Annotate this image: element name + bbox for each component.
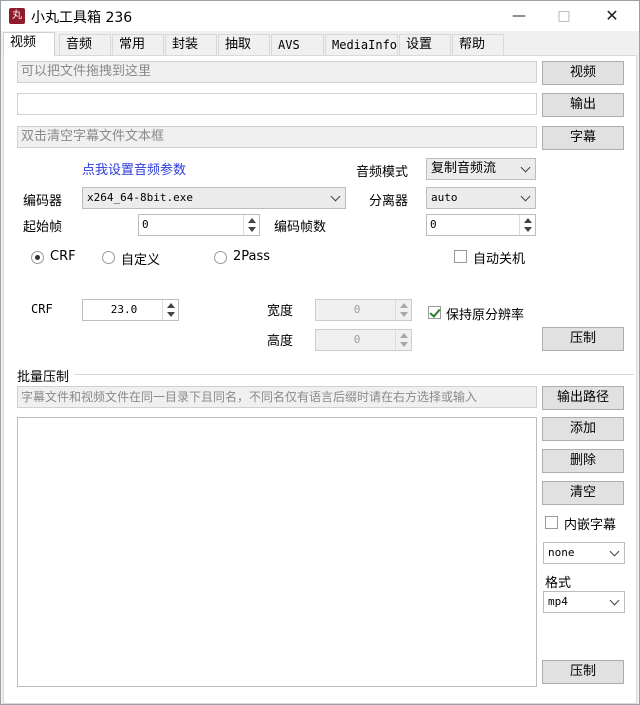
mode-custom-radio[interactable] xyxy=(102,251,115,264)
keep-resolution-label: 保持原分辨率 xyxy=(446,308,525,323)
audio-mode-select[interactable]: 复制音频流 xyxy=(426,158,536,180)
close-button[interactable]: ✕ xyxy=(589,1,635,31)
subtitle-file-input[interactable]: 双击清空字幕文件文本框 xyxy=(17,126,537,148)
app-logo-icon: 丸 xyxy=(9,8,25,24)
tab-extract[interactable]: 抽取 xyxy=(218,34,270,55)
auto-shutdown-label: 自动关机 xyxy=(473,252,526,267)
tab-audio[interactable]: 音频 xyxy=(59,34,111,55)
embed-subtitle-label: 内嵌字幕 xyxy=(564,518,617,533)
spin-down-icon[interactable] xyxy=(524,227,532,232)
width-value: 0 xyxy=(353,303,361,316)
batch-compress-button[interactable]: 压制 xyxy=(542,660,624,684)
subtitle-lang-select[interactable]: none xyxy=(543,542,625,564)
subtitle-button[interactable]: 字幕 xyxy=(542,126,624,150)
batch-group-title: 批量压制 xyxy=(17,370,70,385)
chevron-down-icon xyxy=(330,191,341,202)
tab-video[interactable]: 视频 xyxy=(3,32,55,56)
start-frame-label: 起始帧 xyxy=(23,220,63,235)
encode-frames-value: 0 xyxy=(430,218,437,231)
spin-down-icon[interactable] xyxy=(400,342,408,347)
maximize-button[interactable]: □ xyxy=(541,1,587,31)
chevron-down-icon xyxy=(520,191,531,202)
crf-label: CRF xyxy=(31,302,53,316)
tab-common[interactable]: 常用 xyxy=(112,34,164,55)
title-bar: 丸 小丸工具箱 236 — □ ✕ xyxy=(1,1,639,31)
group-divider xyxy=(74,374,634,375)
batch-hint-input[interactable]: 字幕文件和视频文件在同一目录下且同名，不同名仅有语言后缀时请在右方选择或输入 xyxy=(17,386,537,408)
app-window: 丸 小丸工具箱 236 — □ ✕ 视频 音频 常用 封装 抽取 AVS Med… xyxy=(0,0,640,705)
auto-shutdown-checkbox[interactable] xyxy=(454,250,467,263)
mode-2pass-label: 2Pass xyxy=(233,249,271,264)
tab-settings[interactable]: 设置 xyxy=(399,34,451,55)
height-label: 高度 xyxy=(267,334,294,349)
output-path-button[interactable]: 输出路径 xyxy=(542,386,624,410)
width-stepper[interactable]: 0 xyxy=(315,299,412,321)
mode-crf-label: CRF xyxy=(50,249,76,264)
window-title: 小丸工具箱 236 xyxy=(31,10,133,26)
spin-up-icon[interactable] xyxy=(248,218,256,223)
keep-resolution-checkbox[interactable] xyxy=(428,306,441,319)
audio-params-link[interactable]: 点我设置音频参数 xyxy=(82,159,186,178)
encode-frames-stepper[interactable]: 0 xyxy=(426,214,536,236)
encoder-value: x264_64-8bit.exe xyxy=(87,191,193,204)
chevron-down-icon xyxy=(520,162,531,173)
audio-mode-label: 音频模式 xyxy=(356,165,409,180)
splitter-label: 分离器 xyxy=(369,194,409,209)
tab-help[interactable]: 帮助 xyxy=(452,34,504,55)
start-frame-stepper[interactable]: 0 xyxy=(138,214,260,236)
tab-bar: 视频 音频 常用 封装 抽取 AVS MediaInfo 设置 帮助 xyxy=(3,32,637,56)
tab-avs[interactable]: AVS xyxy=(271,34,324,55)
splitter-value: auto xyxy=(431,191,458,204)
subtitle-lang-value: none xyxy=(548,546,575,559)
spin-up-icon[interactable] xyxy=(524,218,532,223)
minimize-button[interactable]: — xyxy=(496,1,542,31)
encode-frames-label: 编码帧数 xyxy=(274,220,327,235)
video-tab-panel: 可以把文件拖拽到这里 视频 输出 双击清空字幕文件文本框 字幕 点我设置音频参数… xyxy=(3,55,637,704)
crf-stepper[interactable]: 23.0 xyxy=(82,299,179,321)
format-value: mp4 xyxy=(548,595,568,608)
start-frame-value: 0 xyxy=(142,218,149,231)
spin-up-icon[interactable] xyxy=(400,303,408,308)
spin-down-icon[interactable] xyxy=(400,312,408,317)
output-file-input[interactable] xyxy=(17,93,537,115)
format-select[interactable]: mp4 xyxy=(543,591,625,613)
encoder-label: 编码器 xyxy=(23,194,63,209)
tab-mux[interactable]: 封装 xyxy=(165,34,217,55)
spin-down-icon[interactable] xyxy=(248,227,256,232)
mode-crf-radio[interactable] xyxy=(31,251,44,264)
embed-subtitle-checkbox[interactable] xyxy=(545,516,558,529)
clear-button[interactable]: 清空 xyxy=(542,481,624,505)
batch-file-list[interactable] xyxy=(17,417,537,687)
splitter-select[interactable]: auto xyxy=(426,187,536,209)
video-file-input[interactable]: 可以把文件拖拽到这里 xyxy=(17,61,537,83)
audio-mode-value: 复制音频流 xyxy=(431,161,497,176)
compress-button[interactable]: 压制 xyxy=(542,327,624,351)
chevron-down-icon xyxy=(609,595,620,606)
format-label: 格式 xyxy=(545,576,572,591)
chevron-down-icon xyxy=(609,546,620,557)
crf-value: 23.0 xyxy=(110,303,138,316)
height-stepper[interactable]: 0 xyxy=(315,329,412,351)
height-value: 0 xyxy=(353,333,361,346)
mode-2pass-radio[interactable] xyxy=(214,251,227,264)
spin-up-icon[interactable] xyxy=(167,303,175,308)
tab-mediainfo[interactable]: MediaInfo xyxy=(325,34,398,55)
output-button[interactable]: 输出 xyxy=(542,93,624,117)
delete-button[interactable]: 删除 xyxy=(542,449,624,473)
width-label: 宽度 xyxy=(267,304,294,319)
encoder-select[interactable]: x264_64-8bit.exe xyxy=(82,187,346,209)
mode-custom-label: 自定义 xyxy=(121,253,161,268)
add-button[interactable]: 添加 xyxy=(542,417,624,441)
spin-down-icon[interactable] xyxy=(167,312,175,317)
video-button[interactable]: 视频 xyxy=(542,61,624,85)
spin-up-icon[interactable] xyxy=(400,333,408,338)
